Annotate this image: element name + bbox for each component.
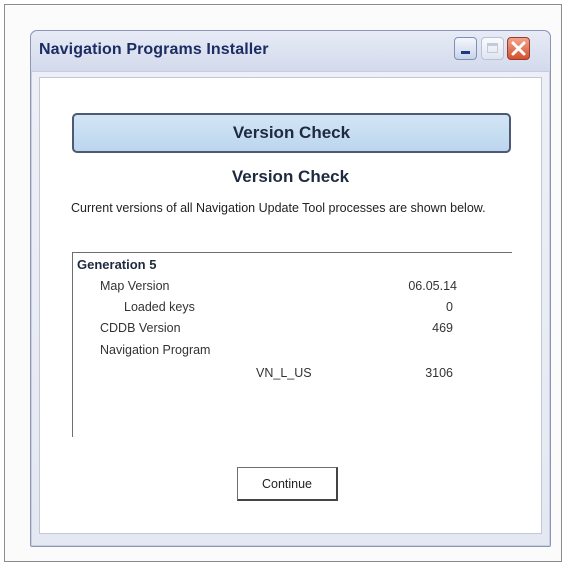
cddb-version-label: CDDB Version [100,321,181,335]
loaded-keys-label: Loaded keys [124,300,195,314]
window-title: Navigation Programs Installer [39,41,269,58]
maximize-icon [482,38,503,59]
generation-group-label: Generation 5 [77,257,157,272]
title-bar[interactable]: Navigation Programs Installer [31,31,550,72]
maximize-button[interactable] [481,37,504,60]
map-version-value: 06.05.14 [408,279,457,293]
continue-button[interactable]: Continue [237,467,338,501]
version-check-banner: Version Check [72,113,511,153]
minimize-icon [455,38,476,59]
description-text: Current versions of all Navigation Updat… [71,201,486,215]
cddb-version-value: 469 [432,321,453,335]
version-list[interactable]: Generation 5 Map Version 06.05.14 Loaded… [72,252,512,437]
loaded-keys-value: 0 [446,300,453,314]
page-heading: Version Check [231,167,350,186]
close-x-icon [508,38,529,59]
navigation-program-name: VN_L_US [256,366,312,380]
installer-window: Navigation Programs Installer Version Ch… [30,30,551,547]
dialog-content: Version Check Version Check Current vers… [39,77,542,534]
map-version-label: Map Version [100,279,170,293]
navigation-program-value: 3106 [425,366,453,380]
navigation-program-label: Navigation Program [100,343,211,357]
minimize-button[interactable] [454,37,477,60]
close-button[interactable] [507,37,530,60]
